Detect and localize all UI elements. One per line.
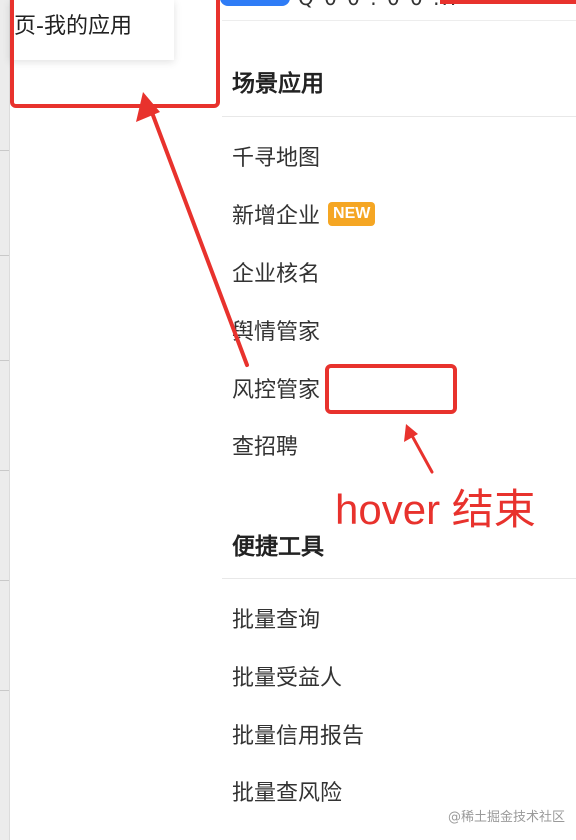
menu-item-label: 企业核名 (232, 262, 321, 287)
background-page-edge (0, 0, 10, 840)
menu-item-jobs[interactable]: 查招聘 (232, 428, 298, 462)
menu-item-risk-control[interactable]: 风控管家 (232, 371, 320, 405)
menu-item-label: 舆情管家 (232, 320, 321, 345)
annotation-box-hover-end (325, 364, 457, 414)
menu-item-label: 批量查风险 (232, 781, 343, 806)
top-annotation-edge (440, 0, 576, 4)
edge-divider (0, 690, 9, 691)
section-title-quick-tools: 便捷工具 (232, 534, 324, 560)
menu-item-batch-credit-report[interactable]: 批量信用报告 (232, 717, 364, 751)
top-divider (222, 20, 576, 21)
edge-divider (0, 255, 9, 256)
menu-item-label: 风控管家 (232, 378, 321, 403)
new-badge: NEW (328, 202, 376, 226)
menu-item-label: 新增企业 (232, 204, 321, 229)
annotation-arrow-line (408, 430, 434, 474)
menu-item-label: 批量信用报告 (232, 724, 365, 749)
section-title-scene-apps: 场景应用 (232, 71, 324, 97)
menu-item-new-companies[interactable]: 新增企业 NEW (232, 197, 376, 231)
menu-item-label: 批量查询 (232, 608, 321, 633)
edge-divider (0, 470, 9, 471)
annotation-text: hover 结束 (335, 486, 536, 533)
menu-item-batch-risk[interactable]: 批量查风险 (232, 774, 342, 808)
menu-item-map[interactable]: 千寻地图 (232, 139, 320, 173)
edge-divider (0, 580, 9, 581)
section-divider (222, 578, 576, 579)
menu-item-label: 查招聘 (232, 435, 299, 460)
menu-item-batch-query[interactable]: 批量查询 (232, 601, 320, 635)
annotation-box-menu-card (10, 0, 220, 108)
menu-item-name-check[interactable]: 企业核名 (232, 255, 320, 289)
menu-item-sentiment[interactable]: 舆情管家 (232, 313, 320, 347)
annotation-arrowhead (404, 424, 418, 442)
section-divider (222, 116, 576, 117)
menu-item-batch-beneficiary[interactable]: 批量受益人 (232, 659, 342, 693)
menu-item-label: 批量受益人 (232, 666, 343, 691)
annotation-arrows (136, 92, 434, 474)
watermark: @稀土掘金技术社区 (448, 810, 566, 825)
menu-item-label: 千寻地图 (232, 146, 321, 171)
edge-divider (0, 150, 9, 151)
top-search-button[interactable] (220, 0, 290, 6)
edge-divider (0, 360, 9, 361)
top-bar-text: Q 0 0 . 0 0 ... (298, 0, 458, 10)
